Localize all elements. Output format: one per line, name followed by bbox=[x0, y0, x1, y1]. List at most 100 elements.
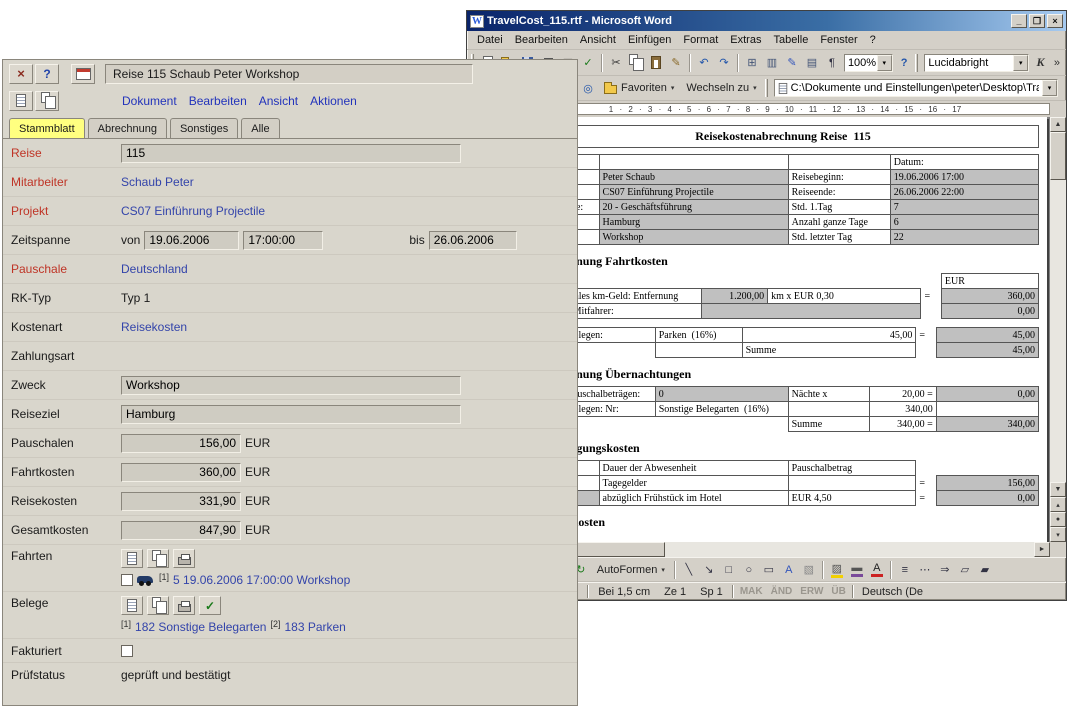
vertical-scrollbar[interactable]: ▲ ▼ ▴ ● ▾ bbox=[1050, 117, 1066, 542]
menu-ansicht[interactable]: Ansicht bbox=[254, 94, 303, 108]
reise-input[interactable] bbox=[121, 144, 461, 163]
insert-table-icon[interactable]: ⊞ bbox=[742, 53, 762, 73]
menu-hilfe[interactable]: ? bbox=[864, 32, 882, 48]
gesamtkosten-input[interactable] bbox=[121, 521, 241, 540]
menu-format[interactable]: Format bbox=[677, 32, 724, 48]
reisekosten-input[interactable] bbox=[121, 492, 241, 511]
threed-icon[interactable]: ▰ bbox=[975, 560, 995, 580]
kostenart-link[interactable]: Reisekosten bbox=[121, 320, 187, 334]
zoom-select[interactable]: 100% ▾ bbox=[844, 54, 893, 72]
fakturiert-checkbox[interactable] bbox=[121, 645, 133, 657]
status-flag-mak[interactable]: MAK bbox=[737, 586, 766, 597]
dash-style-icon[interactable]: ⋯ bbox=[915, 560, 935, 580]
tab-sonstiges[interactable]: Sonstiges bbox=[170, 118, 238, 138]
bis-datum-input[interactable] bbox=[429, 231, 517, 250]
chevron-down-icon[interactable]: ▾ bbox=[1013, 55, 1028, 71]
drawing-icon[interactable]: ✎ bbox=[782, 53, 802, 73]
menu-extras[interactable]: Extras bbox=[724, 32, 767, 48]
belege-print-button[interactable] bbox=[173, 596, 195, 615]
fahrten-checkbox[interactable] bbox=[121, 574, 133, 586]
scrollbar-track[interactable] bbox=[543, 542, 1034, 557]
fahrten-print-button[interactable] bbox=[173, 549, 195, 568]
scrollbar-thumb[interactable] bbox=[1050, 132, 1066, 180]
fahrten-entry-link[interactable]: 5 19.06.2006 17:00:00 Workshop bbox=[173, 573, 350, 587]
menu-ansicht[interactable]: Ansicht bbox=[574, 32, 622, 48]
tab-abrechnung[interactable]: Abrechnung bbox=[88, 118, 167, 138]
rectangle-icon[interactable]: □ bbox=[719, 560, 739, 580]
report-button[interactable] bbox=[71, 64, 95, 84]
toolbar-options-icon[interactable]: » bbox=[1050, 57, 1064, 69]
status-flag-erw[interactable]: ERW bbox=[797, 586, 826, 597]
help-button[interactable]: ? bbox=[35, 64, 59, 84]
paste-icon[interactable] bbox=[646, 53, 666, 73]
spelling-icon[interactable]: ✓ bbox=[578, 53, 598, 73]
document-button[interactable] bbox=[9, 91, 33, 111]
menu-dokument[interactable]: Dokument bbox=[117, 94, 182, 108]
reiseziel-input[interactable] bbox=[121, 405, 461, 424]
italic-button[interactable]: K bbox=[1031, 53, 1050, 73]
beleg-link-183[interactable]: 183 Parken bbox=[284, 620, 345, 634]
mitarbeiter-link[interactable]: Schaub Peter bbox=[121, 175, 194, 189]
copy-button[interactable] bbox=[35, 91, 59, 111]
fahrten-list-button[interactable] bbox=[121, 549, 143, 568]
line-color-icon[interactable]: ▬ bbox=[847, 560, 867, 580]
copy-icon[interactable] bbox=[626, 53, 646, 73]
arrow-icon[interactable]: ↘ bbox=[699, 560, 719, 580]
menu-bearbeiten[interactable]: Bearbeiten bbox=[509, 32, 574, 48]
minimize-button[interactable]: _ bbox=[1011, 14, 1027, 28]
undo-icon[interactable]: ↶ bbox=[694, 53, 714, 73]
close-button[interactable]: × bbox=[1047, 14, 1063, 28]
menu-aktionen[interactable]: Aktionen bbox=[305, 94, 362, 108]
close-button[interactable]: × bbox=[9, 64, 33, 84]
font-color-icon[interactable]: A bbox=[867, 560, 887, 580]
menu-bearbeiten[interactable]: Bearbeiten bbox=[184, 94, 252, 108]
tab-stammblatt[interactable]: Stammblatt bbox=[9, 118, 85, 138]
chevron-down-icon[interactable]: ▾ bbox=[1042, 80, 1057, 96]
show-paragraph-icon[interactable]: ¶ bbox=[822, 53, 842, 73]
next-page-icon[interactable]: ▾ bbox=[1050, 527, 1066, 542]
scroll-down-icon[interactable]: ▼ bbox=[1050, 482, 1066, 497]
status-language[interactable]: Deutsch (De bbox=[856, 586, 929, 598]
maximize-button[interactable]: ❐ bbox=[1029, 14, 1045, 28]
font-select[interactable]: Lucidabright ▾ bbox=[924, 54, 1029, 72]
menu-fenster[interactable]: Fenster bbox=[814, 32, 863, 48]
go-to-button[interactable]: Wechseln zu ▾ bbox=[680, 78, 762, 98]
line-style-icon[interactable]: ≡ bbox=[895, 560, 915, 580]
select-browse-object-icon[interactable]: ● bbox=[1050, 512, 1066, 527]
address-input[interactable]: C:\Dokumente und Einstellungen\peter\Des… bbox=[774, 79, 1058, 97]
autoformen-menu-button[interactable]: AutoFormen ▾ bbox=[591, 560, 671, 580]
scroll-up-icon[interactable]: ▲ bbox=[1050, 117, 1066, 132]
columns-icon[interactable]: ▥ bbox=[762, 53, 782, 73]
chevron-down-icon[interactable]: ▾ bbox=[877, 55, 892, 71]
previous-page-icon[interactable]: ▴ bbox=[1050, 497, 1066, 512]
von-zeit-input[interactable] bbox=[243, 231, 323, 250]
belege-check-button[interactable]: ✓ bbox=[199, 596, 221, 615]
beleg-link-182[interactable]: 182 Sonstige Belegarten bbox=[135, 620, 266, 634]
fahrtkosten-input[interactable] bbox=[121, 463, 241, 482]
favorites-button[interactable]: Favoriten ▾ bbox=[598, 78, 680, 98]
help-icon[interactable]: ? bbox=[895, 53, 914, 73]
menu-einfuegen[interactable]: Einfügen bbox=[622, 32, 677, 48]
scroll-right-icon[interactable]: ► bbox=[1034, 542, 1050, 557]
zweck-input[interactable] bbox=[121, 376, 461, 395]
projekt-link[interactable]: CS07 Einführung Projectile bbox=[121, 204, 265, 218]
cut-icon[interactable]: ✂ bbox=[606, 53, 626, 73]
belege-list-button[interactable] bbox=[121, 596, 143, 615]
toolbar-grip[interactable] bbox=[915, 54, 918, 72]
pauschale-link[interactable]: Deutschland bbox=[121, 262, 188, 276]
fahrten-copy-button[interactable] bbox=[147, 549, 169, 568]
line-icon[interactable]: ╲ bbox=[679, 560, 699, 580]
fill-color-icon[interactable]: ▨ bbox=[827, 560, 847, 580]
pauschalen-input[interactable] bbox=[121, 434, 241, 453]
status-flag-aend[interactable]: ÄND bbox=[768, 586, 796, 597]
redo-icon[interactable]: ↷ bbox=[714, 53, 734, 73]
belege-copy-button[interactable] bbox=[147, 596, 169, 615]
tab-alle[interactable]: Alle bbox=[241, 118, 279, 138]
text-box-icon[interactable]: ▭ bbox=[759, 560, 779, 580]
menu-tabelle[interactable]: Tabelle bbox=[767, 32, 814, 48]
menu-datei[interactable]: Datei bbox=[471, 32, 509, 48]
status-flag-ueb[interactable]: ÜB bbox=[828, 586, 848, 597]
word-titlebar[interactable]: W TravelCost_115.rtf - Microsoft Word _ … bbox=[467, 11, 1066, 31]
document-map-icon[interactable]: ▤ bbox=[802, 53, 822, 73]
document-page[interactable]: Reisekostenabrechnung Reise 115 Datum:Na… bbox=[519, 117, 1047, 542]
